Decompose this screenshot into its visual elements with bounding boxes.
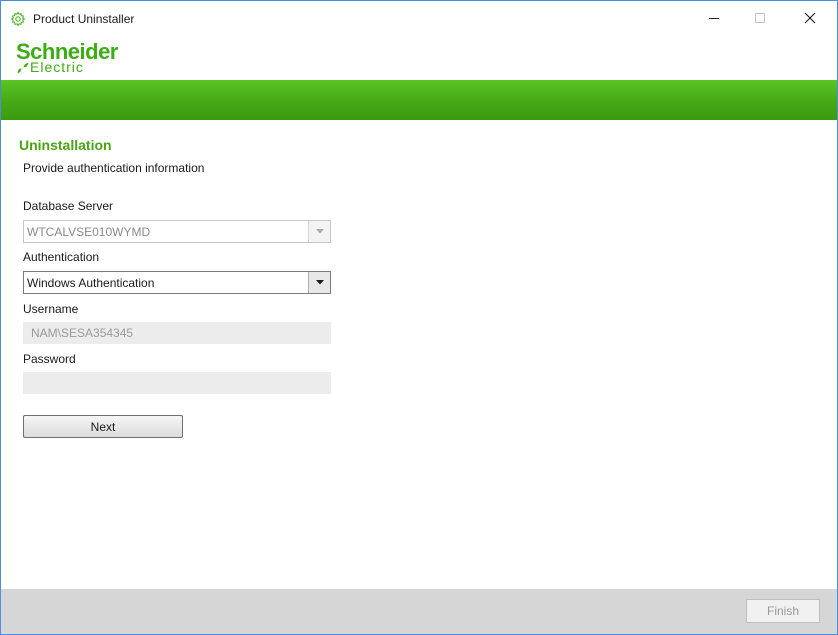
database-server-dropdown: WTCALVSE010WYMD: [23, 220, 331, 243]
database-server-label: Database Server: [23, 199, 114, 213]
section-title: Uninstallation: [19, 137, 112, 153]
password-label: Password: [23, 352, 76, 366]
username-input: [24, 323, 330, 343]
maximize-icon: [755, 13, 765, 23]
title-bar[interactable]: Product Uninstaller: [1, 1, 837, 37]
close-icon: [804, 12, 816, 24]
username-label: Username: [23, 302, 79, 316]
window-title: Product Uninstaller: [33, 12, 135, 26]
close-button[interactable]: [787, 1, 833, 35]
minimize-button[interactable]: [691, 1, 737, 35]
username-field: [23, 322, 331, 344]
logo-subtitle: Electric: [30, 59, 84, 75]
chevron-down-icon[interactable]: [308, 272, 330, 293]
next-button[interactable]: Next: [23, 415, 183, 438]
footer-bar: Finish: [1, 589, 837, 634]
finish-button: Finish: [746, 599, 820, 623]
uninstaller-window: Product Uninstaller Schneider Electric U…: [0, 0, 838, 635]
authentication-label: Authentication: [23, 250, 100, 264]
section-subtitle: Provide authentication information: [23, 161, 205, 175]
password-input: [24, 373, 330, 393]
header-band: [1, 80, 837, 120]
authentication-dropdown[interactable]: Windows Authentication: [23, 271, 331, 294]
database-server-value: WTCALVSE010WYMD: [27, 225, 151, 239]
chevron-down-icon: [308, 221, 330, 242]
minimize-icon: [709, 18, 719, 19]
maximize-button[interactable]: [737, 1, 783, 35]
logo-mark-icon: [16, 61, 30, 75]
authentication-value: Windows Authentication: [27, 276, 155, 290]
gear-icon: [10, 11, 26, 27]
password-field: [23, 372, 331, 394]
schneider-electric-logo: Schneider Electric: [16, 39, 156, 79]
